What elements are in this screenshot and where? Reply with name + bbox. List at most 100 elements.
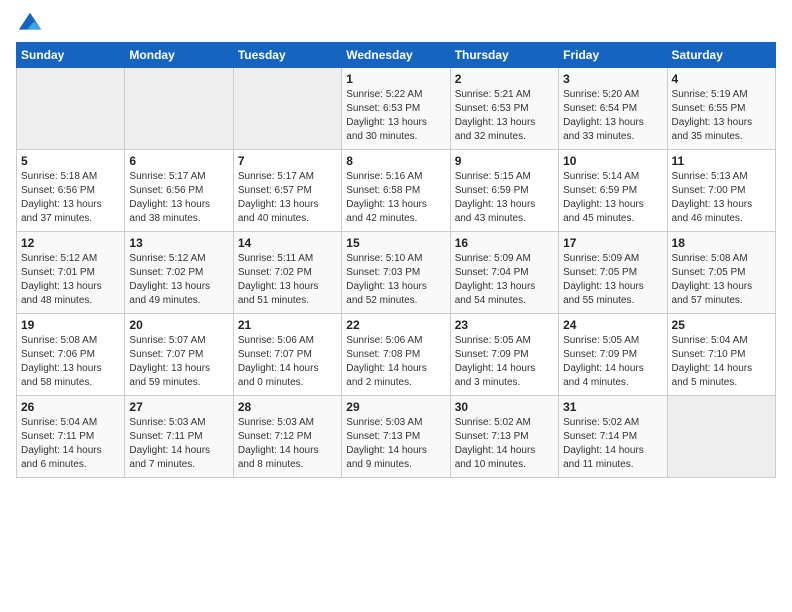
calendar-cell: 31Sunrise: 5:02 AMSunset: 7:14 PMDayligh… bbox=[559, 396, 667, 478]
calendar-week-row: 12 Sunrise: 5:12 AMSunset: 7:01 PMDayligh… bbox=[17, 232, 776, 314]
calendar-cell: 12 Sunrise: 5:12 AMSunset: 7:01 PMDayligh… bbox=[17, 232, 125, 314]
day-number: 18 bbox=[672, 236, 771, 250]
day-number: 1 bbox=[346, 72, 445, 86]
calendar-week-row: 19 Sunrise: 5:08 AMSunset: 7:06 PMDayligh… bbox=[17, 314, 776, 396]
calendar-cell: 3 Sunrise: 5:20 AMSunset: 6:54 PMDaylight… bbox=[559, 68, 667, 150]
calendar-cell bbox=[667, 396, 775, 478]
calendar-cell: 18 Sunrise: 5:08 AMSunset: 7:05 PMDayligh… bbox=[667, 232, 775, 314]
calendar-cell: 7Sunrise: 5:17 AMSunset: 6:57 PMDaylight… bbox=[233, 150, 341, 232]
header-cell-wednesday: Wednesday bbox=[342, 43, 450, 68]
cell-content: Sunrise: 5:17 AMSunset: 6:57 PMDaylight:… bbox=[238, 170, 337, 226]
header-cell-sunday: Sunday bbox=[17, 43, 125, 68]
day-number: 2 bbox=[455, 72, 554, 86]
calendar-cell: 28Sunrise: 5:03 AMSunset: 7:12 PMDayligh… bbox=[233, 396, 341, 478]
calendar-week-row: 26Sunrise: 5:04 AMSunset: 7:11 PMDayligh… bbox=[17, 396, 776, 478]
calendar-cell: 5 Sunrise: 5:18 AMSunset: 6:56 PMDaylight… bbox=[17, 150, 125, 232]
logo bbox=[16, 10, 46, 38]
cell-content: Sunrise: 5:21 AMSunset: 6:53 PMDaylight:… bbox=[455, 88, 554, 144]
day-number: 4 bbox=[672, 72, 771, 86]
calendar-cell: 20Sunrise: 5:07 AMSunset: 7:07 PMDayligh… bbox=[125, 314, 233, 396]
calendar-cell bbox=[233, 68, 341, 150]
day-number: 24 bbox=[563, 318, 662, 332]
cell-content: Sunrise: 5:04 AMSunset: 7:10 PMDaylight:… bbox=[672, 334, 771, 390]
day-number: 16 bbox=[455, 236, 554, 250]
header-cell-thursday: Thursday bbox=[450, 43, 558, 68]
calendar-cell: 4 Sunrise: 5:19 AMSunset: 6:55 PMDaylight… bbox=[667, 68, 775, 150]
calendar-cell: 11Sunrise: 5:13 AMSunset: 7:00 PMDayligh… bbox=[667, 150, 775, 232]
calendar-cell: 1 Sunrise: 5:22 AMSunset: 6:53 PMDaylight… bbox=[342, 68, 450, 150]
day-number: 8 bbox=[346, 154, 445, 168]
calendar-cell: 27 Sunrise: 5:03 AMSunset: 7:11 PMDayligh… bbox=[125, 396, 233, 478]
calendar-cell bbox=[125, 68, 233, 150]
day-number: 19 bbox=[21, 318, 120, 332]
cell-content: Sunrise: 5:09 AMSunset: 7:05 PMDaylight:… bbox=[563, 252, 662, 308]
day-number: 29 bbox=[346, 400, 445, 414]
calendar-cell: 13 Sunrise: 5:12 AMSunset: 7:02 PMDayligh… bbox=[125, 232, 233, 314]
cell-content: Sunrise: 5:05 AMSunset: 7:09 PMDaylight:… bbox=[455, 334, 554, 390]
calendar-cell: 14 Sunrise: 5:11 AMSunset: 7:02 PMDayligh… bbox=[233, 232, 341, 314]
header-cell-monday: Monday bbox=[125, 43, 233, 68]
calendar-cell bbox=[17, 68, 125, 150]
cell-content: Sunrise: 5:16 AMSunset: 6:58 PMDaylight:… bbox=[346, 170, 445, 226]
cell-content: Sunrise: 5:19 AMSunset: 6:55 PMDaylight:… bbox=[672, 88, 771, 144]
cell-content: Sunrise: 5:17 AMSunset: 6:56 PMDaylight:… bbox=[129, 170, 228, 226]
day-number: 13 bbox=[129, 236, 228, 250]
calendar-header-row: SundayMondayTuesdayWednesdayThursdayFrid… bbox=[17, 43, 776, 68]
cell-content: Sunrise: 5:09 AMSunset: 7:04 PMDaylight:… bbox=[455, 252, 554, 308]
cell-content: Sunrise: 5:04 AMSunset: 7:11 PMDaylight:… bbox=[21, 416, 120, 472]
calendar-cell: 25 Sunrise: 5:04 AMSunset: 7:10 PMDayligh… bbox=[667, 314, 775, 396]
calendar-cell: 24 Sunrise: 5:05 AMSunset: 7:09 PMDayligh… bbox=[559, 314, 667, 396]
cell-content: Sunrise: 5:06 AMSunset: 7:07 PMDaylight:… bbox=[238, 334, 337, 390]
cell-content: Sunrise: 5:12 AMSunset: 7:01 PMDaylight:… bbox=[21, 252, 120, 308]
calendar-cell: 26Sunrise: 5:04 AMSunset: 7:11 PMDayligh… bbox=[17, 396, 125, 478]
calendar-cell: 17 Sunrise: 5:09 AMSunset: 7:05 PMDayligh… bbox=[559, 232, 667, 314]
day-number: 20 bbox=[129, 318, 228, 332]
cell-content: Sunrise: 5:03 AMSunset: 7:11 PMDaylight:… bbox=[129, 416, 228, 472]
calendar-cell: 22 Sunrise: 5:06 AMSunset: 7:08 PMDayligh… bbox=[342, 314, 450, 396]
day-number: 11 bbox=[672, 154, 771, 168]
day-number: 14 bbox=[238, 236, 337, 250]
calendar-cell: 9Sunrise: 5:15 AMSunset: 6:59 PMDaylight… bbox=[450, 150, 558, 232]
cell-content: Sunrise: 5:18 AMSunset: 6:56 PMDaylight:… bbox=[21, 170, 120, 226]
day-number: 12 bbox=[21, 236, 120, 250]
day-number: 21 bbox=[238, 318, 337, 332]
calendar-cell: 29 Sunrise: 5:03 AMSunset: 7:13 PMDayligh… bbox=[342, 396, 450, 478]
day-number: 15 bbox=[346, 236, 445, 250]
calendar-cell: 19 Sunrise: 5:08 AMSunset: 7:06 PMDayligh… bbox=[17, 314, 125, 396]
cell-content: Sunrise: 5:05 AMSunset: 7:09 PMDaylight:… bbox=[563, 334, 662, 390]
day-number: 27 bbox=[129, 400, 228, 414]
day-number: 17 bbox=[563, 236, 662, 250]
calendar-cell: 15 Sunrise: 5:10 AMSunset: 7:03 PMDayligh… bbox=[342, 232, 450, 314]
day-number: 30 bbox=[455, 400, 554, 414]
day-number: 22 bbox=[346, 318, 445, 332]
calendar-table: SundayMondayTuesdayWednesdayThursdayFrid… bbox=[16, 42, 776, 478]
day-number: 6 bbox=[129, 154, 228, 168]
cell-content: Sunrise: 5:20 AMSunset: 6:54 PMDaylight:… bbox=[563, 88, 662, 144]
day-number: 10 bbox=[563, 154, 662, 168]
cell-content: Sunrise: 5:12 AMSunset: 7:02 PMDaylight:… bbox=[129, 252, 228, 308]
cell-content: Sunrise: 5:08 AMSunset: 7:05 PMDaylight:… bbox=[672, 252, 771, 308]
page: SundayMondayTuesdayWednesdayThursdayFrid… bbox=[0, 0, 792, 488]
calendar-cell: 10 Sunrise: 5:14 AMSunset: 6:59 PMDayligh… bbox=[559, 150, 667, 232]
header bbox=[16, 10, 776, 38]
day-number: 5 bbox=[21, 154, 120, 168]
cell-content: Sunrise: 5:08 AMSunset: 7:06 PMDaylight:… bbox=[21, 334, 120, 390]
header-cell-friday: Friday bbox=[559, 43, 667, 68]
cell-content: Sunrise: 5:22 AMSunset: 6:53 PMDaylight:… bbox=[346, 88, 445, 144]
cell-content: Sunrise: 5:03 AMSunset: 7:12 PMDaylight:… bbox=[238, 416, 337, 472]
day-number: 25 bbox=[672, 318, 771, 332]
cell-content: Sunrise: 5:14 AMSunset: 6:59 PMDaylight:… bbox=[563, 170, 662, 226]
cell-content: Sunrise: 5:06 AMSunset: 7:08 PMDaylight:… bbox=[346, 334, 445, 390]
calendar-cell: 16 Sunrise: 5:09 AMSunset: 7:04 PMDayligh… bbox=[450, 232, 558, 314]
cell-content: Sunrise: 5:15 AMSunset: 6:59 PMDaylight:… bbox=[455, 170, 554, 226]
calendar-cell: 30 Sunrise: 5:02 AMSunset: 7:13 PMDayligh… bbox=[450, 396, 558, 478]
day-number: 3 bbox=[563, 72, 662, 86]
cell-content: Sunrise: 5:02 AMSunset: 7:13 PMDaylight:… bbox=[455, 416, 554, 472]
cell-content: Sunrise: 5:11 AMSunset: 7:02 PMDaylight:… bbox=[238, 252, 337, 308]
cell-content: Sunrise: 5:02 AMSunset: 7:14 PMDaylight:… bbox=[563, 416, 662, 472]
cell-content: Sunrise: 5:10 AMSunset: 7:03 PMDaylight:… bbox=[346, 252, 445, 308]
calendar-week-row: 5 Sunrise: 5:18 AMSunset: 6:56 PMDaylight… bbox=[17, 150, 776, 232]
cell-content: Sunrise: 5:03 AMSunset: 7:13 PMDaylight:… bbox=[346, 416, 445, 472]
calendar-week-row: 1 Sunrise: 5:22 AMSunset: 6:53 PMDaylight… bbox=[17, 68, 776, 150]
logo-icon bbox=[16, 10, 44, 38]
